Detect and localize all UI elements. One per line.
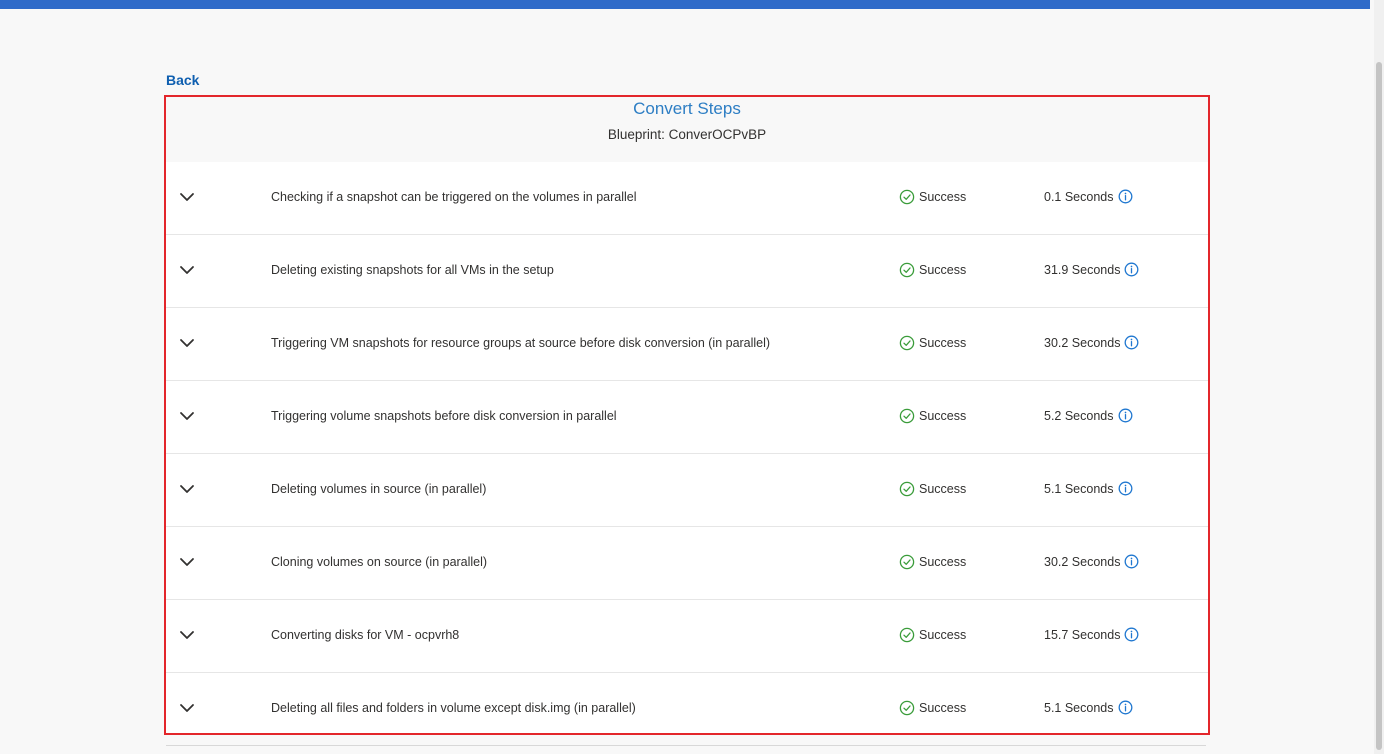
step-row[interactable]: Deleting all files and folders in volume… [166, 673, 1208, 733]
duration-label: 5.1 Seconds [1044, 481, 1114, 496]
info-icon[interactable] [1118, 408, 1133, 423]
info-icon[interactable] [1118, 481, 1133, 496]
step-status: Success [899, 627, 966, 643]
step-status: Success [899, 554, 966, 570]
step-duration: 15.7 Seconds [1044, 627, 1139, 642]
step-row[interactable]: Checking if a snapshot can be triggered … [166, 162, 1208, 235]
info-icon[interactable] [1124, 554, 1139, 569]
step-row[interactable]: Triggering volume snapshots before disk … [166, 381, 1208, 454]
panel-title: Convert Steps [633, 99, 741, 118]
step-status: Success [899, 335, 966, 351]
duration-label: 5.1 Seconds [1044, 700, 1114, 715]
step-duration: 31.9 Seconds [1044, 262, 1139, 277]
step-status: Success [899, 189, 966, 205]
info-icon[interactable] [1124, 627, 1139, 642]
step-row[interactable]: Triggering VM snapshots for resource gro… [166, 308, 1208, 381]
step-name: Deleting all files and folders in volume… [271, 701, 636, 715]
step-name: Deleting existing snapshots for all VMs … [271, 263, 554, 277]
status-label: Success [919, 701, 967, 715]
chevron-down-icon[interactable] [179, 482, 195, 494]
step-duration: 30.2 Seconds [1044, 335, 1139, 350]
status-label: Success [919, 336, 967, 350]
step-status: Success [899, 481, 966, 497]
status-label: Success [919, 555, 967, 569]
duration-label: 15.7 Seconds [1044, 627, 1121, 642]
step-status: Success [899, 408, 966, 424]
panel-header: Convert Steps Blueprint: ConverOCPvBP [166, 97, 1208, 162]
step-name: Triggering volume snapshots before disk … [271, 409, 617, 423]
step-name: Checking if a snapshot can be triggered … [271, 190, 637, 204]
step-duration: 5.1 Seconds [1044, 700, 1133, 715]
duration-label: 0.1 Seconds [1044, 189, 1114, 204]
check-circle-icon [899, 481, 915, 497]
duration-label: 31.9 Seconds [1044, 262, 1121, 277]
status-label: Success [919, 190, 967, 204]
vertical-scrollbar[interactable] [1374, 0, 1384, 754]
check-circle-icon [899, 554, 915, 570]
step-duration: 5.1 Seconds [1044, 481, 1133, 496]
step-duration: 0.1 Seconds [1044, 189, 1133, 204]
step-status: Success [899, 700, 966, 716]
status-label: Success [919, 482, 967, 496]
chevron-down-icon[interactable] [179, 555, 195, 567]
step-duration: 30.2 Seconds [1044, 554, 1139, 569]
step-name: Converting disks for VM - ocpvrh8 [271, 628, 460, 642]
check-circle-icon [899, 700, 915, 716]
duration-label: 5.2 Seconds [1044, 408, 1114, 423]
check-circle-icon [899, 335, 915, 351]
bottom-divider [166, 745, 1206, 746]
step-row[interactable]: Deleting existing snapshots for all VMs … [166, 235, 1208, 308]
chevron-down-icon[interactable] [179, 336, 195, 348]
check-circle-icon [899, 408, 915, 424]
info-icon[interactable] [1118, 700, 1133, 715]
step-row[interactable]: Deleting volumes in source (in parallel)… [166, 454, 1208, 527]
steps-list: Checking if a snapshot can be triggered … [166, 162, 1208, 733]
check-circle-icon [899, 627, 915, 643]
duration-label: 30.2 Seconds [1044, 335, 1121, 350]
scrollbar-thumb[interactable] [1376, 62, 1382, 750]
info-icon[interactable] [1118, 189, 1133, 204]
chevron-down-icon[interactable] [179, 190, 195, 202]
step-name: Deleting volumes in source (in parallel) [271, 482, 487, 496]
duration-label: 30.2 Seconds [1044, 554, 1121, 569]
chevron-down-icon[interactable] [179, 409, 195, 421]
chevron-down-icon[interactable] [179, 701, 195, 713]
check-circle-icon [899, 189, 915, 205]
top-bar [0, 0, 1370, 9]
step-row[interactable]: Converting disks for VM - ocpvrh8 Success… [166, 600, 1208, 673]
chevron-down-icon[interactable] [179, 628, 195, 640]
status-label: Success [919, 409, 967, 423]
status-label: Success [919, 263, 967, 277]
check-circle-icon [899, 262, 915, 278]
info-icon[interactable] [1124, 262, 1139, 277]
step-row[interactable]: Cloning volumes on source (in parallel) S… [166, 527, 1208, 600]
back-link[interactable]: Back [166, 72, 199, 88]
step-status: Success [899, 262, 966, 278]
info-icon[interactable] [1124, 335, 1139, 350]
status-label: Success [919, 628, 967, 642]
step-name: Triggering VM snapshots for resource gro… [271, 336, 771, 350]
step-name: Cloning volumes on source (in parallel) [271, 555, 488, 569]
chevron-down-icon[interactable] [179, 263, 195, 275]
blueprint-name: Blueprint: ConverOCPvBP [607, 127, 767, 142]
convert-steps-panel: Convert Steps Blueprint: ConverOCPvBP Ch… [164, 95, 1210, 735]
step-duration: 5.2 Seconds [1044, 408, 1133, 423]
